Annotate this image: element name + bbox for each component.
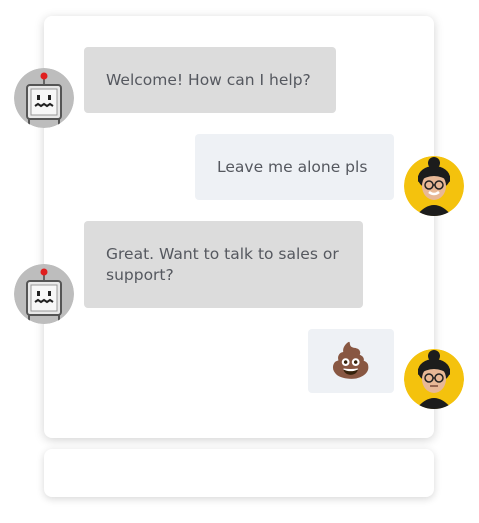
bot-message-bubble: Great. Want to talk to sales or support?: [84, 221, 363, 308]
bot-message-bubble: Welcome! How can I help?: [84, 47, 336, 113]
user-message-text: Leave me alone pls: [217, 157, 368, 176]
bot-message-text: Great. Want to talk to sales or support?: [106, 244, 339, 284]
user-message-bubble: 💩: [308, 329, 394, 393]
chat-widget: Welcome! How can I help? Leave me alone …: [0, 0, 479, 523]
robot-avatar-icon: [14, 264, 74, 324]
user-message-bubble: Leave me alone pls: [195, 134, 394, 200]
user-avatar-photo: [404, 156, 464, 216]
robot-avatar-icon: [14, 68, 74, 128]
message-input-box[interactable]: [44, 449, 434, 497]
poop-emoji-icon: 💩: [329, 341, 373, 381]
bot-message-text: Welcome! How can I help?: [106, 70, 311, 89]
user-avatar-photo: [404, 349, 464, 409]
